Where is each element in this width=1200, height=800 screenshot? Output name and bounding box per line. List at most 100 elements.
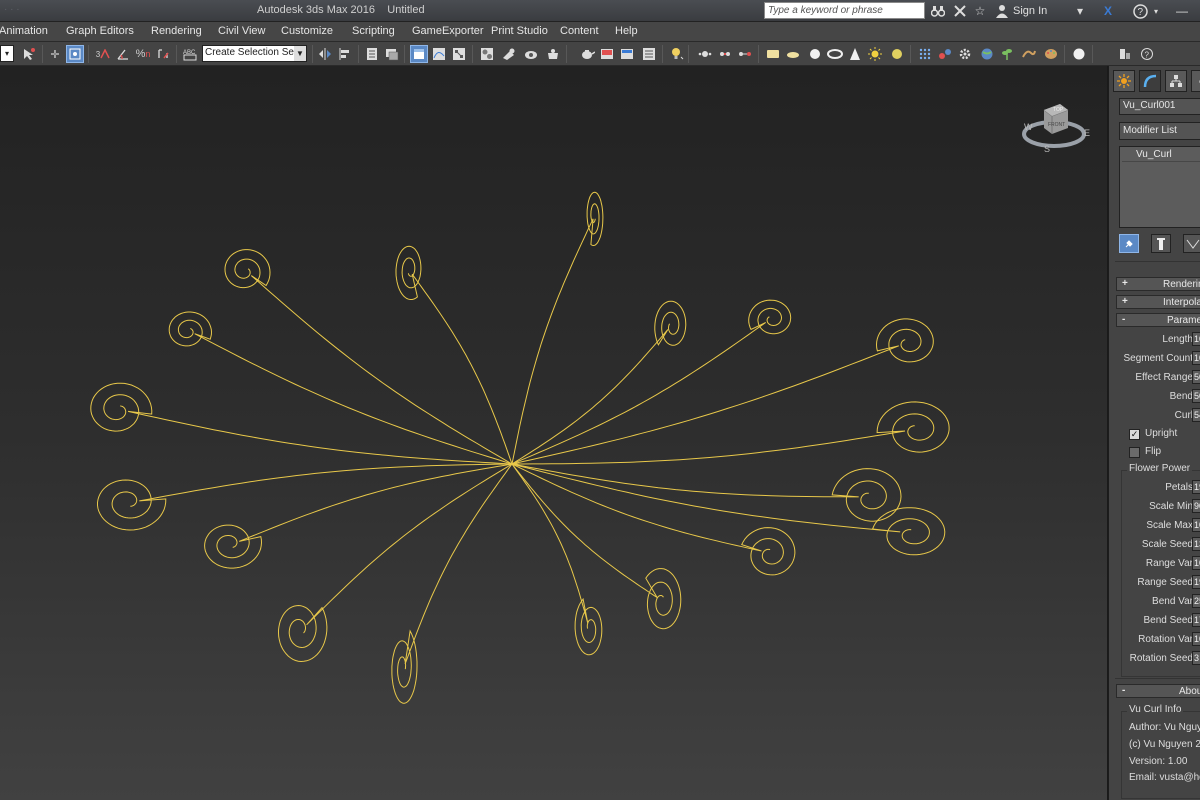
exchange-icon[interactable]: X bbox=[1100, 3, 1116, 19]
search-input[interactable] bbox=[765, 3, 924, 18]
menu-graph-editors[interactable]: Graph Editors bbox=[66, 25, 134, 37]
viewcube-west-label[interactable]: W bbox=[1024, 122, 1033, 132]
render-setup-icon[interactable] bbox=[500, 45, 518, 63]
param-scale-min[interactable]: Scale Min 90 bbox=[1115, 499, 1200, 515]
align-icon[interactable] bbox=[336, 45, 354, 63]
palette-icon[interactable] bbox=[1042, 45, 1060, 63]
teapot-icon[interactable] bbox=[578, 45, 596, 63]
menu-print-studio[interactable]: Print Studio bbox=[491, 25, 548, 37]
param-value-field[interactable]: 50 bbox=[1192, 370, 1200, 384]
param-value-field[interactable]: 90 bbox=[1192, 499, 1200, 513]
column-icon[interactable] bbox=[1116, 45, 1134, 63]
torus-icon[interactable] bbox=[826, 45, 844, 63]
selection-set-dropdown[interactable]: Create Selection Se ▼ bbox=[202, 45, 307, 62]
rollout-about[interactable]: - About bbox=[1116, 684, 1200, 698]
minimize-button[interactable]: — bbox=[1172, 2, 1192, 19]
particle-icon[interactable] bbox=[696, 45, 714, 63]
rollout-parameters[interactable]: - Parameters bbox=[1116, 313, 1200, 327]
param-value-field[interactable]: 100 bbox=[1192, 351, 1200, 365]
dragon-icon[interactable] bbox=[1020, 45, 1038, 63]
param-scale-seed[interactable]: Scale Seed 13 bbox=[1115, 537, 1200, 553]
flip-checkbox[interactable] bbox=[1129, 447, 1140, 458]
viewcube-south-label[interactable]: S bbox=[1044, 144, 1050, 154]
daylight-icon[interactable] bbox=[888, 45, 906, 63]
edit-named-sets-icon[interactable]: ABC bbox=[181, 45, 199, 63]
param-length[interactable]: Length 100 bbox=[1115, 332, 1200, 348]
environment-icon[interactable] bbox=[618, 45, 636, 63]
create-tab-icon[interactable] bbox=[1113, 70, 1135, 92]
param-value-field[interactable]: 100 bbox=[1192, 518, 1200, 532]
param-rotation-var[interactable]: Rotation Var 10 bbox=[1115, 632, 1200, 648]
modify-tab-icon[interactable] bbox=[1139, 70, 1161, 92]
rollout-interpolation[interactable]: + Interpolation bbox=[1116, 295, 1200, 309]
menu-civil-view[interactable]: Civil View bbox=[218, 25, 265, 37]
white-sphere-icon[interactable] bbox=[1070, 45, 1088, 63]
curl-petal-spline[interactable] bbox=[168, 311, 513, 465]
pin-stack-icon[interactable] bbox=[1119, 234, 1139, 253]
curl-petal-spline[interactable] bbox=[511, 463, 946, 556]
help-icon[interactable]: ? bbox=[1132, 3, 1148, 19]
param-petals[interactable]: Petals 19 bbox=[1115, 480, 1200, 496]
param-value-field[interactable]: 19 bbox=[1192, 480, 1200, 494]
curl-petal-spline[interactable] bbox=[512, 401, 950, 465]
plane-icon[interactable] bbox=[784, 45, 802, 63]
param-bend[interactable]: Bend 50 bbox=[1115, 389, 1200, 405]
percent-snap-icon[interactable]: % n bbox=[134, 45, 152, 63]
binoculars-icon[interactable] bbox=[930, 3, 946, 19]
viewcube-front-label[interactable]: FRONT bbox=[1048, 122, 1065, 128]
menu-scripting[interactable]: Scripting bbox=[352, 25, 395, 37]
curl-petal-spline[interactable] bbox=[511, 299, 792, 465]
make-unique-icon[interactable] bbox=[1183, 234, 1200, 253]
vu-curl-flower-wireframe[interactable] bbox=[0, 66, 1108, 800]
scene-explorer-icon[interactable] bbox=[363, 45, 381, 63]
cone-icon[interactable] bbox=[846, 45, 864, 63]
sign-in-label[interactable]: Sign In bbox=[1013, 5, 1047, 17]
param-bend-var[interactable]: Bend Var 25 bbox=[1115, 594, 1200, 610]
param-value-field[interactable]: 540 bbox=[1192, 408, 1200, 422]
globe-icon[interactable] bbox=[978, 45, 996, 63]
curl-petal-spline[interactable] bbox=[511, 463, 682, 630]
param-segment-count[interactable]: Segment Count 100 bbox=[1115, 351, 1200, 367]
menu-content[interactable]: Content bbox=[560, 25, 599, 37]
schematic-view-icon[interactable] bbox=[450, 45, 468, 63]
hierarchy-tab-icon[interactable] bbox=[1165, 70, 1187, 92]
curl-petal-spline[interactable] bbox=[97, 463, 513, 531]
curve-editor-icon[interactable] bbox=[430, 45, 448, 63]
curl-petal-spline[interactable] bbox=[511, 300, 687, 465]
viewcube[interactable]: W E S TOP FRONT bbox=[1020, 96, 1090, 156]
curl-petal-spline[interactable] bbox=[511, 463, 603, 656]
molecule-icon[interactable] bbox=[936, 45, 954, 63]
param-curl[interactable]: Curl 540 bbox=[1115, 408, 1200, 424]
info-email[interactable]: Email: vusta@hotmail.com bbox=[1129, 772, 1200, 783]
light-bulb-icon[interactable] bbox=[668, 45, 686, 63]
motion-tab-icon[interactable]: ◐ bbox=[1191, 70, 1200, 92]
curl-petal-spline[interactable] bbox=[511, 463, 796, 576]
space-warp-icon[interactable] bbox=[716, 45, 734, 63]
param-value-field[interactable]: 100 bbox=[1192, 332, 1200, 346]
param-scale-max[interactable]: Scale Max 100 bbox=[1115, 518, 1200, 534]
show-end-result-icon[interactable] bbox=[1151, 234, 1171, 253]
help-dropdown-icon[interactable]: ▾ bbox=[1148, 3, 1164, 19]
param-rotation-seed[interactable]: Rotation Seed 3 bbox=[1115, 651, 1200, 667]
param-value-field[interactable]: 25 bbox=[1192, 594, 1200, 608]
render-panel-icon[interactable] bbox=[640, 45, 658, 63]
param-value-field[interactable]: 10 bbox=[1192, 556, 1200, 570]
param-value-field[interactable]: 10 bbox=[1192, 632, 1200, 646]
object-name-field[interactable]: Vu_Curl001 bbox=[1119, 98, 1200, 115]
menu-customize[interactable]: Customize bbox=[281, 25, 333, 37]
rollout-rendering[interactable]: + Rendering bbox=[1116, 277, 1200, 291]
curl-petal-spline[interactable] bbox=[511, 191, 604, 465]
move-icon[interactable]: ✛ bbox=[46, 45, 64, 63]
filter-dropdown[interactable]: ▾ bbox=[0, 45, 14, 62]
box-icon[interactable] bbox=[764, 45, 782, 63]
search-box[interactable] bbox=[764, 2, 925, 19]
param-bend-seed[interactable]: Bend Seed 17 bbox=[1115, 613, 1200, 629]
curl-petal-spline[interactable] bbox=[511, 318, 934, 465]
snaps-3d-icon[interactable]: 3 bbox=[94, 45, 112, 63]
param-value-field[interactable]: 3 bbox=[1192, 651, 1200, 665]
sphere-icon[interactable] bbox=[806, 45, 824, 63]
upright-checkbox[interactable]: ✓ bbox=[1129, 429, 1140, 440]
menu-help[interactable]: Help bbox=[615, 25, 638, 37]
user-icon[interactable] bbox=[994, 3, 1010, 19]
curl-petal-spline[interactable] bbox=[90, 382, 513, 465]
